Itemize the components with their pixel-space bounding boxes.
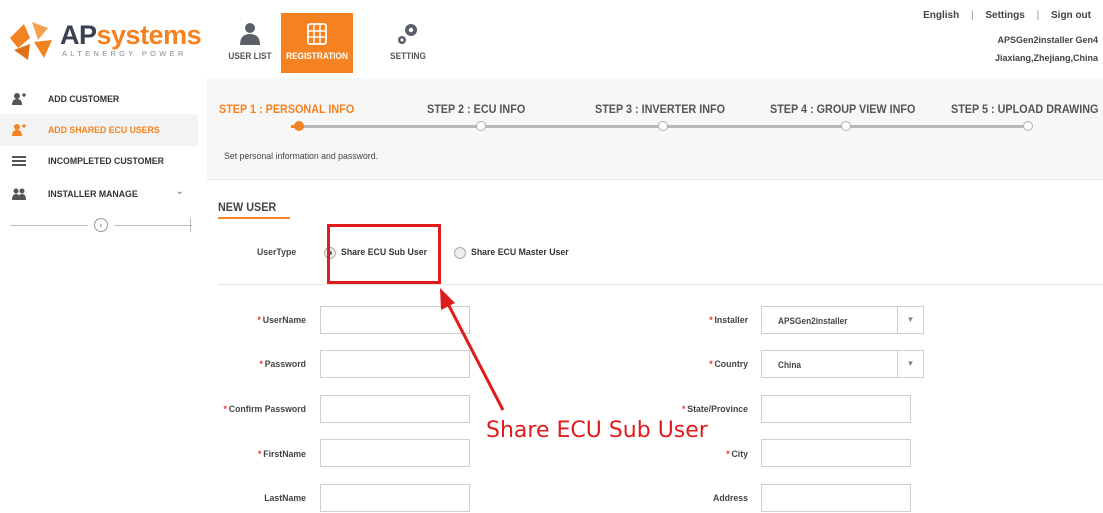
chevron-left-icon[interactable]: ‹	[94, 218, 108, 232]
username-label: * UserName	[257, 315, 306, 326]
sign-out-link[interactable]: Sign out	[1051, 10, 1091, 21]
divider	[10, 225, 88, 226]
users-icon	[12, 188, 26, 200]
gears-icon	[398, 24, 417, 44]
city-field[interactable]	[761, 439, 911, 467]
nav-setting-label: SETTING	[390, 51, 426, 61]
sidebar-item-incompleted-customer[interactable]: INCOMPLETED CUSTOMER	[0, 145, 198, 177]
step-2-dot	[476, 121, 486, 131]
sidebar-collapse-row: ‹	[10, 218, 192, 232]
grid-icon	[307, 23, 327, 45]
step-1-dot	[294, 121, 304, 131]
firstname-label: * FirstName	[258, 449, 306, 460]
steps-progress: STEP 1 : PERSONAL INFO STEP 2 : ECU INFO…	[207, 78, 1103, 180]
address-field[interactable]	[761, 484, 911, 512]
settings-link[interactable]: Settings	[985, 10, 1024, 21]
sidebar-item-label: INSTALLER MANAGE	[48, 189, 138, 200]
country-select[interactable]: China ▼	[761, 350, 924, 378]
radio-circle[interactable]	[454, 247, 466, 259]
password-label: * Password	[259, 359, 306, 370]
step-2[interactable]: STEP 2 : ECU INFO	[427, 102, 525, 116]
step-3-dot	[658, 121, 668, 131]
radio-label: Share ECU Master User	[471, 247, 569, 258]
section-underline	[218, 217, 290, 219]
step-1[interactable]: STEP 1 : PERSONAL INFO	[219, 102, 354, 116]
brand-name: APsystems	[60, 20, 202, 50]
nav-registration[interactable]: REGISTRATION	[281, 13, 353, 73]
logo[interactable]: APsystems ALTENERGY POWER	[8, 18, 202, 62]
nav-user-list[interactable]: USER LIST	[214, 13, 286, 73]
firstname-field[interactable]	[320, 439, 470, 467]
installer-select[interactable]: APSGen2installer ▼	[761, 306, 924, 334]
step-5-dot	[1023, 121, 1033, 131]
sidebar-item-add-shared-ecu-users[interactable]: ADD SHARED ECU USERS	[0, 114, 198, 146]
account-name: APSGen2installer Gen4	[997, 35, 1098, 45]
dropdown-arrow-icon: ▼	[897, 351, 923, 377]
step-description: Set personal information and password.	[224, 151, 379, 162]
step-4[interactable]: STEP 4 : GROUP VIEW INFO	[770, 102, 915, 116]
divider	[114, 225, 192, 226]
language-link[interactable]: English	[923, 10, 959, 21]
list-icon	[12, 156, 26, 166]
sidebar-item-installer-manage[interactable]: INSTALLER MANAGE ⌄	[0, 178, 198, 210]
installer-value: APSGen2installer	[778, 316, 848, 326]
nav-setting[interactable]: SETTING	[372, 13, 444, 73]
nav-user-list-label: USER LIST	[228, 51, 272, 61]
sidebar-item-label: ADD CUSTOMER	[48, 94, 120, 105]
confirm-password-label: * Confirm Password	[223, 404, 306, 415]
usertype-label: UserType	[257, 247, 297, 258]
dropdown-arrow-icon: ▼	[897, 307, 923, 333]
separator: |	[970, 10, 974, 21]
divider	[190, 218, 191, 232]
password-field[interactable]	[320, 350, 470, 378]
sidebar-item-label: ADD SHARED ECU USERS	[48, 125, 160, 136]
apsystems-logo-icon	[10, 22, 52, 60]
add-user-icon	[12, 93, 26, 105]
header: APsystems ALTENERGY POWER USER LIST REGI…	[0, 0, 1103, 78]
state-label: * State/Province	[682, 404, 748, 415]
installer-label: * Installer	[709, 315, 748, 326]
sidebar-item-label: INCOMPLETED CUSTOMER	[48, 156, 164, 167]
add-user-icon	[12, 124, 26, 136]
lastname-field[interactable]	[320, 484, 470, 512]
step-4-dot	[841, 121, 851, 131]
divider	[218, 284, 1103, 285]
country-label: * Country	[709, 359, 748, 370]
address-label: Address	[713, 493, 748, 504]
confirm-password-field[interactable]	[320, 395, 470, 423]
users-icon	[240, 23, 260, 45]
step-5[interactable]: STEP 5 : UPLOAD DRAWING	[951, 102, 1098, 116]
annotation-text: Share ECU Sub User	[486, 418, 708, 443]
lastname-label: LastName	[264, 493, 306, 504]
username-field[interactable]	[320, 306, 470, 334]
city-label: * City	[726, 449, 748, 460]
sidebar: ADD CUSTOMER ADD SHARED ECU USERS INCOMP…	[0, 78, 200, 513]
sidebar-item-add-customer[interactable]: ADD CUSTOMER	[0, 83, 198, 115]
annotation-highlight-box	[327, 224, 441, 284]
account-location: Jiaxiang,Zhejiang,China	[994, 53, 1098, 63]
brand-tagline: ALTENERGY POWER	[62, 49, 187, 58]
section-title: NEW USER	[218, 200, 277, 214]
step-3[interactable]: STEP 3 : INVERTER INFO	[595, 102, 725, 116]
nav-registration-label: REGISTRATION	[286, 51, 348, 61]
chevron-down-icon: ⌄	[175, 186, 184, 197]
country-value: China	[778, 360, 802, 370]
main-content: STEP 1 : PERSONAL INFO STEP 2 : ECU INFO…	[200, 78, 1103, 513]
separator: |	[1036, 10, 1040, 21]
state-field[interactable]	[761, 395, 911, 423]
top-links: English | Settings | Sign out	[923, 10, 1091, 21]
